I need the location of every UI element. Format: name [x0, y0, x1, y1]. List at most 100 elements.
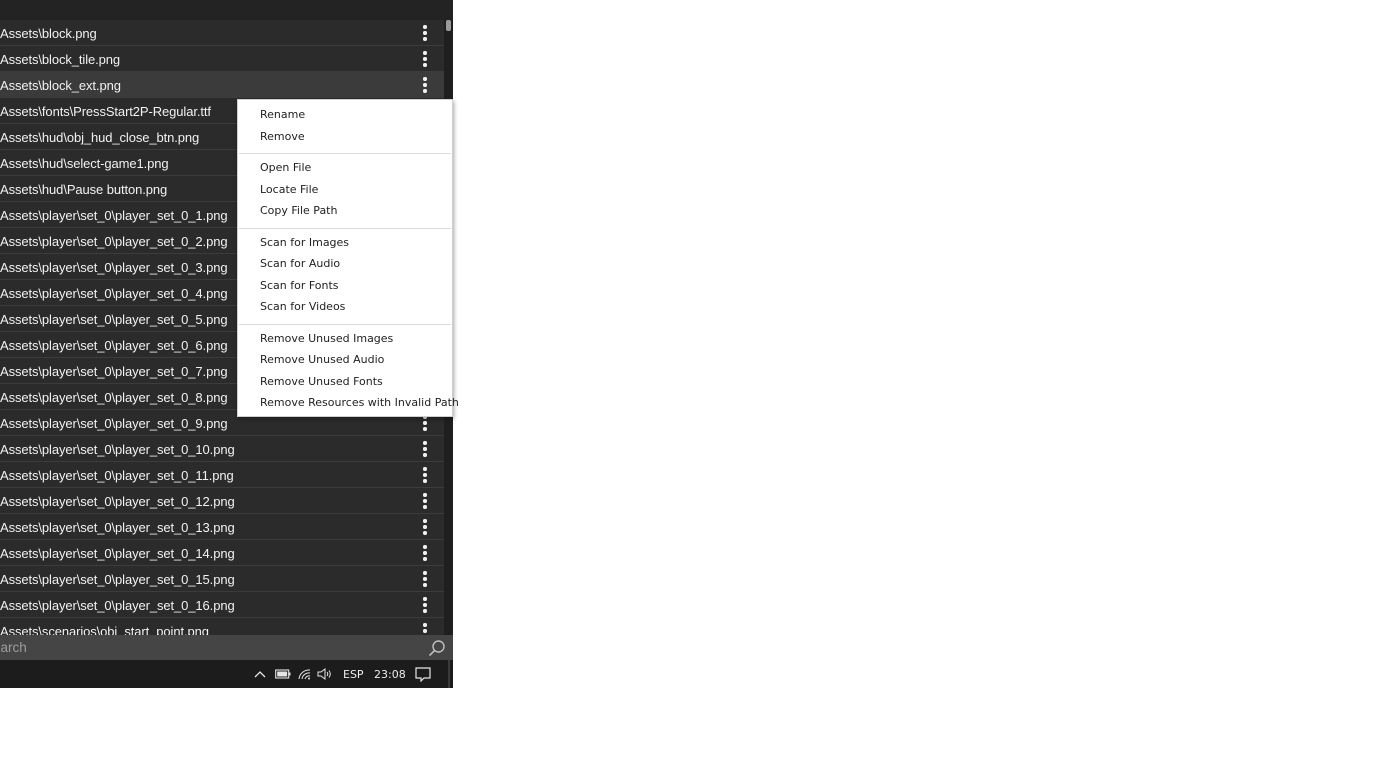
more-vertical-icon[interactable]: [417, 436, 433, 462]
file-path-label: Assets\block.png: [0, 26, 97, 41]
file-path-label: Assets\fonts\PressStart2P-Regular.ttf: [0, 104, 211, 119]
file-path-label: Assets\scenarios\obj_start_point.png: [0, 624, 209, 635]
menu-item-scan-for-videos[interactable]: Scan for Videos: [260, 300, 345, 313]
file-path-label: Assets\player\set_0\player_set_0_5.png: [0, 312, 228, 327]
file-path-label: Assets\player\set_0\player_set_0_11.png: [0, 468, 234, 483]
list-item[interactable]: Assets\player\set_0\player_set_0_13.png: [0, 514, 444, 540]
menu-item-scan-for-fonts[interactable]: Scan for Fonts: [260, 279, 339, 292]
list-item[interactable]: Assets\block_ext.png: [0, 72, 444, 98]
more-vertical-icon[interactable]: [417, 592, 433, 618]
menu-item-open-file[interactable]: Open File: [260, 161, 311, 174]
show-desktop-edge[interactable]: [448, 660, 450, 688]
search-input[interactable]: [0, 637, 403, 657]
file-path-label: Assets\player\set_0\player_set_0_10.png: [0, 442, 235, 457]
menu-item-remove-unused-audio[interactable]: Remove Unused Audio: [260, 353, 384, 366]
dot: [423, 479, 427, 483]
dot: [423, 597, 427, 601]
more-vertical-icon[interactable]: [417, 20, 433, 46]
more-vertical-icon[interactable]: [417, 46, 433, 72]
search-icon[interactable]: [428, 639, 446, 657]
dot: [423, 609, 427, 613]
dot: [423, 629, 427, 633]
notification-icon[interactable]: [415, 667, 431, 682]
dot: [423, 583, 427, 587]
dot: [423, 447, 427, 451]
file-path-label: Assets\player\set_0\player_set_0_4.png: [0, 286, 228, 301]
file-path-label: Assets\player\set_0\player_set_0_13.png: [0, 520, 235, 535]
dot: [423, 453, 427, 457]
file-path-label: Assets\player\set_0\player_set_0_1.png: [0, 208, 228, 223]
battery-icon[interactable]: [275, 669, 291, 679]
dot: [423, 545, 427, 549]
list-item[interactable]: Assets\player\set_0\player_set_0_16.png: [0, 592, 444, 618]
dot: [423, 551, 427, 555]
file-path-label: Assets\player\set_0\player_set_0_15.png: [0, 572, 235, 587]
more-vertical-icon[interactable]: [417, 72, 433, 98]
dot: [423, 519, 427, 523]
dot: [423, 473, 427, 477]
wifi-icon[interactable]: [298, 668, 311, 680]
menu-separator: [239, 227, 451, 229]
input-language-indicator[interactable]: ESP: [343, 668, 364, 681]
dot: [423, 57, 427, 61]
dot: [423, 77, 427, 81]
windows-taskbar: ESP 23:08: [0, 660, 453, 688]
list-item[interactable]: Assets\player\set_0\player_set_0_10.png: [0, 436, 444, 462]
file-path-label: Assets\block_ext.png: [0, 78, 121, 93]
list-item[interactable]: Assets\block_tile.png: [0, 46, 444, 72]
file-path-label: Assets\player\set_0\player_set_0_12.png: [0, 494, 235, 509]
dot: [423, 89, 427, 93]
list-item[interactable]: Assets\player\set_0\player_set_0_12.png: [0, 488, 444, 514]
taskbar-clock[interactable]: 23:08: [374, 668, 406, 681]
context-menu: Rename Remove Open File Locate File Copy Fil…: [237, 99, 459, 417]
more-vertical-icon[interactable]: [417, 462, 433, 488]
more-vertical-icon[interactable]: [417, 488, 433, 514]
list-item[interactable]: Assets\player\set_0\player_set_0_11.png: [0, 462, 444, 488]
menu-item-remove-unused-images[interactable]: Remove Unused Images: [260, 332, 393, 345]
dot: [423, 525, 427, 529]
dot: [423, 557, 427, 561]
panel-header-strip: [0, 0, 453, 20]
file-path-label: Assets\block_tile.png: [0, 52, 121, 67]
more-vertical-icon[interactable]: [417, 618, 433, 635]
speaker-icon[interactable]: [317, 668, 332, 680]
scrollbar-thumb[interactable]: [446, 20, 451, 31]
file-path-label: Assets\player\set_0\player_set_0_8.png: [0, 390, 228, 405]
menu-item-scan-for-audio[interactable]: Scan for Audio: [260, 257, 340, 270]
file-path-label: Assets\player\set_0\player_set_0_2.png: [0, 234, 228, 249]
dot: [423, 83, 427, 87]
dot: [423, 577, 427, 581]
list-item[interactable]: Assets\player\set_0\player_set_0_15.png: [0, 566, 444, 592]
dot: [423, 499, 427, 503]
dot: [423, 623, 427, 627]
menu-item-copy-file-path[interactable]: Copy File Path: [260, 204, 337, 217]
dot: [423, 427, 427, 431]
menu-item-rename[interactable]: Rename: [260, 108, 305, 121]
more-vertical-icon[interactable]: [417, 514, 433, 540]
dot: [423, 571, 427, 575]
file-path-label: Assets\player\set_0\player_set_0_16.png: [0, 598, 235, 613]
menu-item-scan-for-images[interactable]: Scan for Images: [260, 236, 349, 249]
file-path-label: Assets\player\set_0\player_set_0_9.png: [0, 416, 228, 431]
file-path-label: Assets\hud\obj_hud_close_btn.png: [0, 130, 200, 145]
dot: [423, 467, 427, 471]
dot: [423, 531, 427, 535]
chevron-up-icon[interactable]: [254, 670, 266, 678]
menu-item-remove-unused-fonts[interactable]: Remove Unused Fonts: [260, 375, 383, 388]
more-vertical-icon[interactable]: [417, 566, 433, 592]
dot: [423, 441, 427, 445]
list-item[interactable]: Assets\player\set_0\player_set_0_14.png: [0, 540, 444, 566]
list-item[interactable]: Assets\scenarios\obj_start_point.png: [0, 618, 444, 635]
search-bar: [0, 635, 453, 660]
file-path-label: Assets\hud\Pause button.png: [0, 182, 168, 197]
more-vertical-icon[interactable]: [417, 540, 433, 566]
menu-item-remove-resources-with-invalid-path[interactable]: Remove Resources with Invalid Path: [260, 396, 459, 409]
dot: [423, 25, 427, 29]
list-item[interactable]: Assets\block.png: [0, 20, 444, 46]
dot: [423, 31, 427, 35]
menu-item-locate-file[interactable]: Locate File: [260, 183, 318, 196]
menu-item-remove[interactable]: Remove: [260, 130, 305, 143]
file-path-label: Assets\hud\select-game1.png: [0, 156, 169, 171]
file-path-label: Assets\player\set_0\player_set_0_7.png: [0, 364, 228, 379]
dot: [423, 63, 427, 67]
